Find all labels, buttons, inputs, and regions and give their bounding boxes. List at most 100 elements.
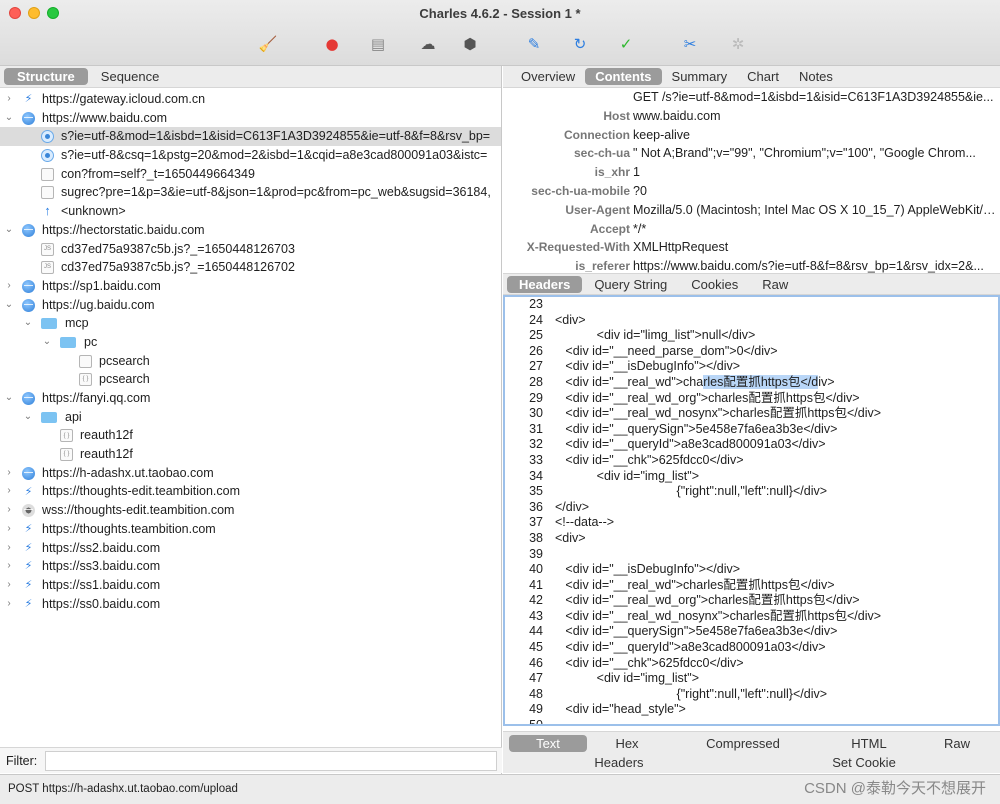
tree-row[interactable]: { } reauth12f <box>0 426 501 445</box>
repeat-icon[interactable]: ↻ <box>570 34 590 54</box>
response-body-viewer[interactable]: 23 24 <div> 25 <div id="limg_list">null</di… <box>503 295 1000 726</box>
tree-row[interactable]: { } reauth12f <box>0 445 501 464</box>
header-row[interactable]: Connection keep-alive <box>503 126 1000 145</box>
chevron-right-icon[interactable]: › <box>4 539 14 558</box>
header-value: GET /s?ie=utf-8&mod=1&isbd=1&isid=C613F1… <box>633 90 994 104</box>
chevron-right-icon[interactable]: › <box>4 501 14 520</box>
tree-row[interactable]: › ⚡ https://ss3.baidu.com <box>0 557 501 576</box>
chevron-down-icon[interactable]: ⌄ <box>4 109 14 128</box>
chevron-down-icon[interactable]: ⌄ <box>23 408 33 427</box>
tab-raw[interactable]: Raw <box>750 276 800 293</box>
tools-icon[interactable]: ✂ <box>680 34 700 54</box>
chevron-down-icon[interactable]: ⌄ <box>23 314 33 333</box>
settings-icon[interactable]: ✲ <box>728 34 748 54</box>
chevron-down-icon[interactable]: ⌄ <box>42 333 52 352</box>
tree-row[interactable]: ⌄ https://fanyi.qq.com <box>0 389 501 408</box>
tab-hex[interactable]: Hex <box>597 735 657 752</box>
line-number: 37 <box>529 515 543 530</box>
tree-row[interactable]: › ⚡ https://gateway.icloud.com.cn <box>0 90 501 109</box>
chevron-right-icon[interactable]: › <box>4 520 14 539</box>
line-number: 43 <box>529 608 543 623</box>
validate-icon[interactable]: ✓ <box>616 34 636 54</box>
header-row[interactable]: sec-ch-ua " Not A;Brand";v="99", "Chromiu… <box>503 144 1000 163</box>
tree-row[interactable]: › ⚡ https://ss0.baidu.com <box>0 595 501 614</box>
request-headers-table: GET /s?ie=utf-8&mod=1&isbd=1&isid=C613F1… <box>503 88 1000 273</box>
tree-row[interactable]: con?from=self?_t=1650449664349 <box>0 165 501 184</box>
header-row[interactable]: GET /s?ie=utf-8&mod=1&isbd=1&isid=C613F1… <box>503 88 1000 107</box>
header-row[interactable]: User-Agent Mozilla/5.0 (Macintosh; Intel … <box>503 201 1000 220</box>
tree-row[interactable]: s?ie=utf-8&mod=1&isbd=1&isid=C613F1A3D39… <box>0 127 501 147</box>
line-number: 24 <box>529 312 543 327</box>
header-row[interactable]: Accept */* <box>503 220 1000 239</box>
tree-row[interactable]: › https://h-adashx.ut.taobao.com <box>0 464 501 483</box>
tab-notes[interactable]: Notes <box>789 68 843 85</box>
tree-row[interactable]: { } pcsearch <box>0 370 501 389</box>
tree-row[interactable]: JS cd37ed75a9387c5b.js?_=1650448126702 <box>0 258 501 277</box>
tab-contents[interactable]: Contents <box>585 68 662 85</box>
tab-cookies[interactable]: Cookies <box>679 276 750 293</box>
tree-row[interactable]: ⌄ https://www.baidu.com <box>0 109 501 128</box>
tree-row[interactable]: ↑ <unknown> <box>0 202 501 221</box>
tab-text[interactable]: Text <box>509 735 587 752</box>
tree-row[interactable]: ⌄ mcp <box>0 314 501 333</box>
chevron-down-icon[interactable]: ⌄ <box>4 389 14 408</box>
tree-row[interactable]: › https://sp1.baidu.com <box>0 277 501 296</box>
code-text: <div id="__real_wd_org">charles配置抓https包… <box>555 593 860 608</box>
tab-overview[interactable]: Overview <box>511 68 585 85</box>
tab-query-string[interactable]: Query String <box>582 276 679 293</box>
detail-tabs: Overview Contents Summary Chart Notes <box>503 66 1000 88</box>
tree-row[interactable]: ⌄ https://hectorstatic.baidu.com <box>0 221 501 240</box>
record-icon[interactable]: ● <box>322 34 342 54</box>
tree-row[interactable]: › wss://thoughts-edit.teambition.com <box>0 501 501 520</box>
tab-set-cookie[interactable]: Set Cookie <box>819 754 909 771</box>
header-row[interactable]: Host www.baidu.com <box>503 107 1000 126</box>
tree-row[interactable]: ⌄ api <box>0 408 501 427</box>
compose-icon[interactable]: ✎ <box>524 34 544 54</box>
tree-row[interactable]: JS cd37ed75a9387c5b.js?_=1650448126703 <box>0 240 501 259</box>
tab-html[interactable]: HTML <box>839 735 899 752</box>
tree-row[interactable]: ⌄ https://ug.baidu.com <box>0 296 501 315</box>
header-row[interactable]: sec-ch-ua-mobile ?0 <box>503 182 1000 201</box>
websocket-icon <box>22 504 35 518</box>
chevron-right-icon[interactable]: › <box>4 482 14 501</box>
tree-row[interactable]: ⌄ pc <box>0 333 501 352</box>
code-line: 31 <div id="__querySign">5e458e7fa6ea3b3… <box>505 422 998 438</box>
chevron-right-icon[interactable]: › <box>4 576 14 595</box>
throttle-icon[interactable]: ▤ <box>368 34 388 54</box>
tab-summary[interactable]: Summary <box>662 68 738 85</box>
tree-row[interactable]: pcsearch <box>0 352 501 371</box>
chevron-down-icon[interactable]: ⌄ <box>4 221 14 240</box>
line-number: 40 <box>529 562 543 577</box>
tree-row[interactable]: › ⚡ https://thoughts.teambition.com <box>0 520 501 539</box>
tree-row-label: <unknown> <box>61 204 126 219</box>
chevron-right-icon[interactable]: › <box>4 464 14 483</box>
broom-icon[interactable]: 🧹 <box>258 34 278 54</box>
tree-row[interactable]: sugrec?pre=1&p=3&ie=utf-8&json=1&prod=pc… <box>0 183 501 202</box>
watermark: CSDN @泰勒今天不想展开 <box>804 780 986 797</box>
chevron-right-icon[interactable]: › <box>4 557 14 576</box>
code-line: 46 <div id="__chk">625fdcc0</div> <box>505 656 998 672</box>
code-line: 27 <div id="__isDebugInfo"></div> <box>505 359 998 375</box>
stop-icon[interactable]: ⬢ <box>460 34 480 54</box>
tab-headers[interactable]: Headers <box>507 275 583 293</box>
tab-compressed[interactable]: Compressed <box>693 735 793 752</box>
tree-row[interactable]: › ⚡ https://ss1.baidu.com <box>0 576 501 595</box>
chevron-right-icon[interactable]: › <box>4 595 14 614</box>
tab-structure[interactable]: Structure <box>4 68 88 85</box>
tree-row[interactable]: s?ie=utf-8&csq=1&pstg=20&mod=2&isbd=1&cq… <box>0 146 501 165</box>
tab-response-headers[interactable]: Headers <box>575 754 663 771</box>
tab-sequence[interactable]: Sequence <box>88 68 173 85</box>
filter-input[interactable] <box>45 751 497 771</box>
chevron-down-icon[interactable]: ⌄ <box>4 296 14 315</box>
header-row[interactable]: is_referer https://www.baidu.com/s?ie=utf… <box>503 257 1000 273</box>
tab-raw-response[interactable]: Raw <box>931 735 983 752</box>
breakpoint-icon[interactable]: ☁ <box>418 34 438 54</box>
header-row[interactable]: X-Requested-With XMLHttpRequest <box>503 238 1000 257</box>
header-row[interactable]: is_xhr 1 <box>503 163 1000 182</box>
tree-row[interactable]: › ⚡ https://thoughts-edit.teambition.com <box>0 482 501 501</box>
tree-row[interactable]: › ⚡ https://ss2.baidu.com <box>0 539 501 558</box>
chevron-right-icon[interactable]: › <box>4 277 14 296</box>
chevron-right-icon[interactable]: › <box>4 90 14 109</box>
tab-chart[interactable]: Chart <box>737 68 789 85</box>
filter-bar: Filter: <box>0 747 502 773</box>
